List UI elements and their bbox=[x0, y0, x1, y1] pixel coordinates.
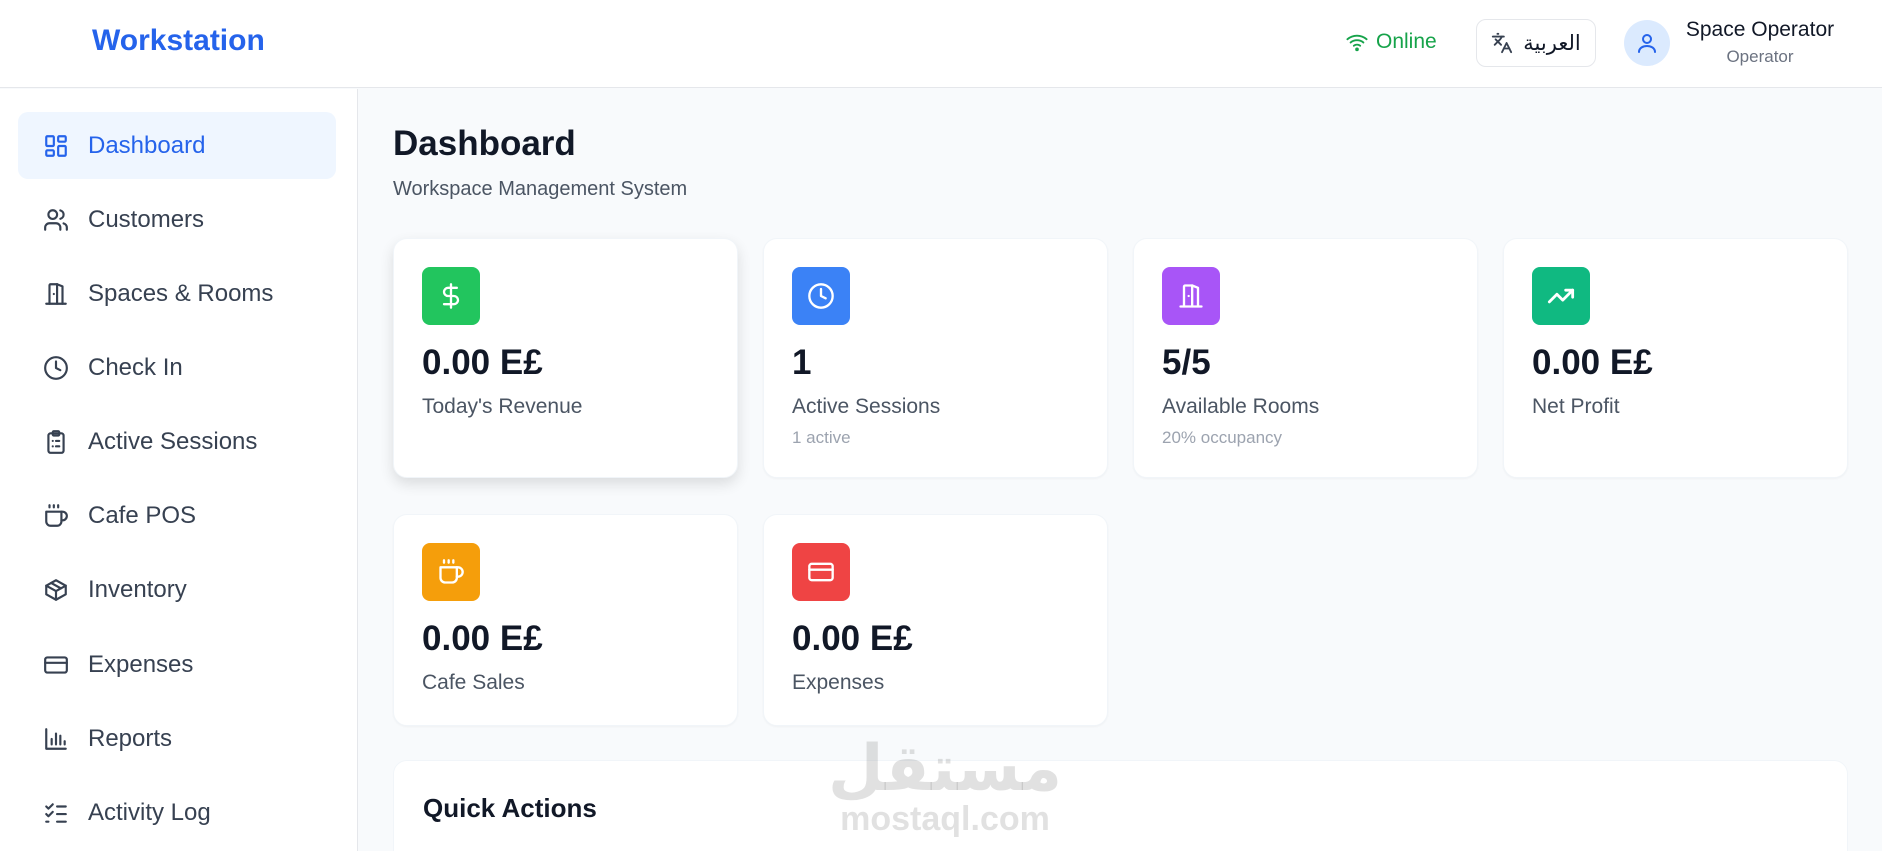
stat-card-cafe-sales[interactable]: 0.00 E£ Cafe Sales bbox=[393, 514, 738, 726]
sidebar-item-dashboard[interactable]: Dashboard bbox=[18, 112, 336, 179]
sidebar-item-label: Spaces & Rooms bbox=[88, 279, 274, 307]
user-role: Operator bbox=[1726, 47, 1794, 66]
user-icon bbox=[1635, 31, 1659, 55]
quick-actions-panel: Quick Actions bbox=[393, 760, 1848, 851]
sidebar-item-reports[interactable]: Reports bbox=[18, 705, 336, 772]
language-toggle-button[interactable]: العربية bbox=[1476, 19, 1596, 67]
language-label: العربية bbox=[1523, 31, 1581, 55]
dollar-icon bbox=[422, 267, 480, 325]
clock-icon bbox=[42, 354, 70, 382]
stat-value: 0.00 E£ bbox=[422, 619, 543, 658]
avatar[interactable] bbox=[1624, 20, 1670, 66]
quick-actions-title: Quick Actions bbox=[423, 793, 597, 823]
stat-card-net-profit[interactable]: 0.00 E£ Net Profit bbox=[1503, 238, 1848, 478]
sidebar-item-check-in[interactable]: Check In bbox=[18, 334, 336, 401]
clipboard-list-icon bbox=[42, 428, 70, 456]
sidebar-item-activity-log[interactable]: Activity Log bbox=[18, 779, 336, 846]
door-icon bbox=[42, 280, 70, 308]
stat-label: Available Rooms bbox=[1162, 395, 1320, 418]
sidebar-item-label: Cafe POS bbox=[88, 501, 197, 529]
stat-card-available-rooms[interactable]: 5/5 Available Rooms 20% occupancy bbox=[1133, 238, 1478, 478]
translate-icon bbox=[1491, 32, 1513, 54]
wifi-icon bbox=[1346, 31, 1368, 53]
stat-card-todays-revenue[interactable]: 0.00 E£ Today's Revenue bbox=[393, 238, 738, 478]
sidebar-item-label: Check In bbox=[88, 353, 183, 381]
stat-label: Expenses bbox=[792, 671, 885, 694]
door-icon bbox=[1162, 267, 1220, 325]
stat-note: 1 active bbox=[792, 428, 851, 447]
coffee-icon bbox=[42, 502, 70, 530]
stat-label: Cafe Sales bbox=[422, 671, 525, 694]
status-text: Online bbox=[1376, 30, 1437, 53]
top-bar: Workstation Online العربية Space Operato… bbox=[0, 0, 1882, 88]
stat-value: 1 bbox=[792, 343, 812, 382]
connection-status: Online bbox=[1346, 30, 1437, 54]
sidebar: Dashboard Customers Spaces & Rooms Check… bbox=[0, 89, 358, 851]
stat-value: 0.00 E£ bbox=[422, 343, 543, 382]
sidebar-item-label: Reports bbox=[88, 724, 173, 752]
stat-value: 0.00 E£ bbox=[1532, 343, 1653, 382]
stat-card-active-sessions[interactable]: 1 Active Sessions 1 active bbox=[763, 238, 1108, 478]
sidebar-item-label: Expenses bbox=[88, 650, 194, 678]
sidebar-item-customers[interactable]: Customers bbox=[18, 186, 336, 253]
app-brand[interactable]: Workstation bbox=[92, 24, 265, 58]
stat-label: Today's Revenue bbox=[422, 395, 583, 418]
sidebar-item-spaces-rooms[interactable]: Spaces & Rooms bbox=[18, 260, 336, 327]
sidebar-item-expenses[interactable]: Expenses bbox=[18, 631, 336, 698]
sidebar-item-active-sessions[interactable]: Active Sessions bbox=[18, 408, 336, 475]
page-subtitle: Workspace Management System bbox=[393, 178, 688, 200]
stat-label: Net Profit bbox=[1532, 395, 1620, 418]
sidebar-item-cafe-pos[interactable]: Cafe POS bbox=[18, 482, 336, 549]
layout-dashboard-icon bbox=[42, 132, 70, 160]
sidebar-item-label: Inventory bbox=[88, 575, 187, 603]
credit-card-icon bbox=[42, 651, 70, 679]
sidebar-item-label: Activity Log bbox=[88, 798, 211, 826]
stat-label: Active Sessions bbox=[792, 395, 941, 418]
bar-chart-icon bbox=[42, 725, 70, 753]
sidebar-item-label: Active Sessions bbox=[88, 427, 258, 455]
stat-value: 5/5 bbox=[1162, 343, 1211, 382]
users-icon bbox=[42, 206, 70, 234]
stat-note: 20% occupancy bbox=[1162, 428, 1283, 447]
page-title: Dashboard bbox=[393, 124, 576, 163]
stat-card-expenses[interactable]: 0.00 E£ Expenses bbox=[763, 514, 1108, 726]
credit-card-icon bbox=[792, 543, 850, 601]
package-icon bbox=[42, 576, 70, 604]
clock-icon bbox=[792, 267, 850, 325]
coffee-icon bbox=[422, 543, 480, 601]
user-info[interactable]: Space Operator Operator bbox=[1680, 18, 1840, 67]
sidebar-item-label: Customers bbox=[88, 205, 205, 233]
trending-up-icon bbox=[1532, 267, 1590, 325]
sidebar-item-inventory[interactable]: Inventory bbox=[18, 556, 336, 623]
list-checks-icon bbox=[42, 799, 70, 827]
sidebar-item-label: Dashboard bbox=[88, 131, 206, 159]
stat-value: 0.00 E£ bbox=[792, 619, 913, 658]
user-name: Space Operator bbox=[1685, 18, 1835, 41]
